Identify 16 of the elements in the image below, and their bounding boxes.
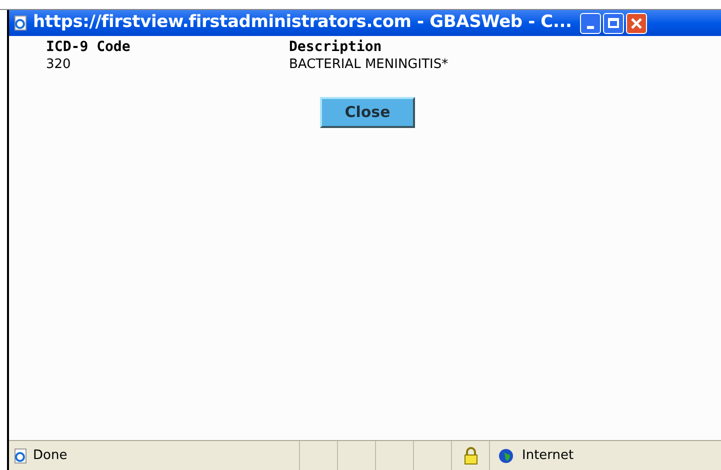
column-header: Description [289, 39, 383, 56]
zone-text: Internet [522, 446, 574, 465]
window-title: https://firstview.firstadministrators.com - GBASWeb - C... [33, 11, 572, 34]
column-header: ICD-9 Code [46, 39, 132, 56]
globe-icon [498, 448, 514, 464]
close-button[interactable]: Close [320, 97, 415, 128]
table-cell: BACTERIAL MENINGITIS* [289, 56, 448, 73]
lock-icon [462, 446, 478, 464]
table-cell-text: 320 [46, 56, 72, 73]
close-icon [630, 18, 642, 28]
maximize-button[interactable] [602, 12, 624, 34]
close-window-button[interactable] [626, 12, 647, 34]
browser-icon [13, 15, 29, 31]
page-icon [13, 448, 29, 464]
status-text: Done [33, 446, 68, 465]
minimize-button[interactable] [580, 12, 601, 34]
